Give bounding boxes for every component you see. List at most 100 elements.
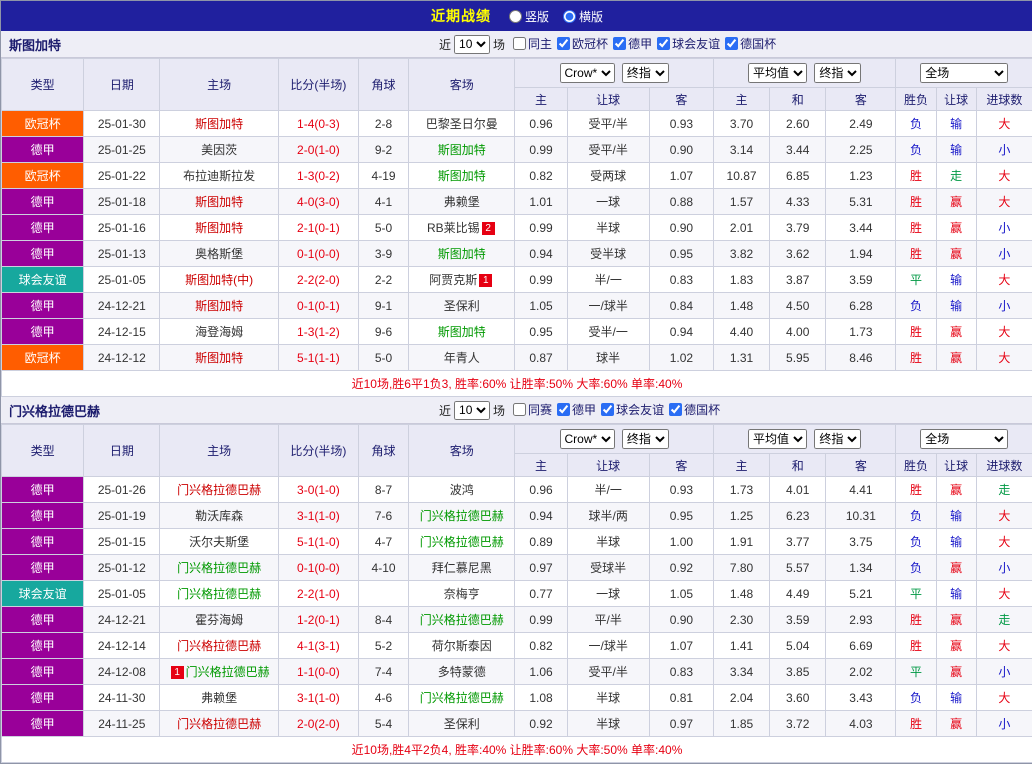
scope-select[interactable]: 全场 [920, 429, 1008, 449]
odds-home: 0.87 [515, 345, 567, 371]
avg-select[interactable]: 平均值 [748, 429, 807, 449]
away-team-cell: 弗赖堡 [409, 189, 515, 215]
col-avg-home: 主 [713, 88, 769, 111]
corner-score: 3-9 [358, 241, 408, 267]
home-team-name: 门兴格拉德巴赫 [186, 665, 270, 679]
corner-score: 4-1 [358, 189, 408, 215]
home-team-cell: 斯图加特 [160, 215, 278, 241]
handicap-line: 一/球半 [567, 293, 649, 319]
bookmaker-select[interactable]: Crow* [560, 429, 615, 449]
home-team-name: 门兴格拉德巴赫 [177, 587, 261, 601]
home-team-cell: 门兴格拉德巴赫 [160, 555, 278, 581]
competition-badge: 德甲 [2, 293, 84, 319]
section-summary: 近10场,胜4平2负4, 胜率:40% 让胜率:60% 大率:50% 单率:40… [2, 737, 1032, 763]
horizontal-radio-input[interactable] [563, 10, 576, 23]
match-row: 球会友谊25-01-05斯图加特(中)2-2(2-0)2-2阿贾克斯10.99半… [2, 267, 1032, 293]
match-date: 25-01-25 [84, 137, 160, 163]
competition-badge: 德甲 [2, 711, 84, 737]
filter-bundesliga[interactable]: 德甲 [557, 401, 596, 418]
col-result-handicap: 让球 [936, 454, 976, 477]
match-table-body: 欧冠杯25-01-30斯图加特1-4(0-3)2-8巴黎圣日尔曼0.96受平/半… [2, 111, 1032, 371]
home-team-name: 斯图加特(中) [185, 273, 253, 287]
away-team-cell: 多特蒙德 [409, 659, 515, 685]
match-date: 24-11-30 [84, 685, 160, 711]
away-team-cell: 年青人 [409, 345, 515, 371]
filter-club-friendly[interactable]: 球会友谊 [601, 401, 664, 418]
avg-stage-select[interactable]: 终指 [814, 63, 861, 83]
filter-bundesliga-checkbox[interactable] [613, 37, 626, 50]
avg-draw-odds: 5.57 [770, 555, 826, 581]
filter-same-home-checkbox[interactable] [513, 37, 526, 50]
avg-home-odds: 7.80 [713, 555, 769, 581]
home-team-cell: 斯图加特 [160, 345, 278, 371]
layout-radio-horizontal[interactable]: 横版 [563, 8, 603, 25]
home-team-cell: 门兴格拉德巴赫 [160, 711, 278, 737]
home-team-name: 斯图加特 [195, 221, 243, 235]
away-team-name: 弗赖堡 [444, 195, 480, 209]
filter-bundesliga[interactable]: 德甲 [613, 35, 652, 52]
result-handicap: 赢 [936, 659, 976, 685]
avg-away-odds: 8.46 [826, 345, 896, 371]
odds-home: 0.96 [515, 111, 567, 137]
score: 4-0(3-0) [278, 189, 358, 215]
bookmaker-select[interactable]: Crow* [560, 63, 615, 83]
filter-same-home[interactable]: 同主 [513, 35, 552, 52]
col-date: 日期 [84, 59, 160, 111]
result-outcome: 平 [896, 267, 936, 293]
avg-away-odds: 1.23 [826, 163, 896, 189]
filter-german-cup-checkbox[interactable] [725, 37, 738, 50]
avg-away-odds: 2.25 [826, 137, 896, 163]
filter-club-friendly-checkbox[interactable] [657, 37, 670, 50]
col-away: 客场 [409, 425, 515, 477]
filter-club-friendly-checkbox[interactable] [601, 403, 614, 416]
recent-count-select[interactable]: 10 [454, 35, 490, 54]
team-rank-badge: 1 [479, 274, 492, 287]
score: 2-0(2-0) [278, 711, 358, 737]
competition-badge: 欧冠杯 [2, 111, 84, 137]
vertical-radio-input[interactable] [509, 10, 522, 23]
avg-away-odds: 5.21 [826, 581, 896, 607]
away-team-name: 斯图加特 [438, 169, 486, 183]
match-row: 德甲25-01-12门兴格拉德巴赫0-1(0-0)4-10拜仁慕尼黑0.97受球… [2, 555, 1032, 581]
away-team-name: 圣保利 [444, 299, 480, 313]
corner-score: 4-6 [358, 685, 408, 711]
col-corner: 角球 [358, 425, 408, 477]
odds-stage-select[interactable]: 终指 [622, 63, 669, 83]
home-team-cell: 门兴格拉德巴赫 [160, 477, 278, 503]
away-team-cell: 斯图加特 [409, 137, 515, 163]
scope-select[interactable]: 全场 [920, 63, 1008, 83]
filter-ucl[interactable]: 欧冠杯 [557, 35, 608, 52]
filter-german-cup[interactable]: 德国杯 [669, 401, 720, 418]
filter-bundesliga-checkbox[interactable] [557, 403, 570, 416]
avg-away-odds: 6.69 [826, 633, 896, 659]
filter-german-cup-checkbox[interactable] [669, 403, 682, 416]
filter-club-friendly[interactable]: 球会友谊 [657, 35, 720, 52]
match-row: 德甲25-01-19勒沃库森3-1(1-0)7-6门兴格拉德巴赫0.94球半/两… [2, 503, 1032, 529]
home-team-name: 海登海姆 [195, 325, 243, 339]
avg-home-odds: 1.91 [713, 529, 769, 555]
home-team-cell: 斯图加特 [160, 293, 278, 319]
col-date: 日期 [84, 425, 160, 477]
avg-away-odds: 2.93 [826, 607, 896, 633]
away-team-name: 年青人 [444, 351, 480, 365]
odds-home: 0.89 [515, 529, 567, 555]
home-team-name: 霍芬海姆 [195, 613, 243, 627]
avg-draw-odds: 3.59 [770, 607, 826, 633]
match-date: 25-01-22 [84, 163, 160, 189]
filter-same-competition-checkbox[interactable] [513, 403, 526, 416]
col-avg-home: 主 [713, 454, 769, 477]
competition-badge: 德甲 [2, 189, 84, 215]
odds-stage-select[interactable]: 终指 [622, 429, 669, 449]
result-handicap: 输 [936, 293, 976, 319]
avg-select[interactable]: 平均值 [748, 63, 807, 83]
recent-count-select[interactable]: 10 [454, 401, 490, 420]
result-handicap: 走 [936, 163, 976, 189]
result-goals: 大 [976, 633, 1032, 659]
result-outcome: 负 [896, 111, 936, 137]
filter-german-cup[interactable]: 德国杯 [725, 35, 776, 52]
filter-ucl-checkbox[interactable] [557, 37, 570, 50]
avg-stage-select[interactable]: 终指 [814, 429, 861, 449]
match-row: 德甲24-11-25门兴格拉德巴赫2-0(2-0)5-4圣保利0.92半球0.9… [2, 711, 1032, 737]
filter-same-competition[interactable]: 同赛 [513, 401, 552, 418]
layout-radio-vertical[interactable]: 竖版 [509, 8, 549, 25]
